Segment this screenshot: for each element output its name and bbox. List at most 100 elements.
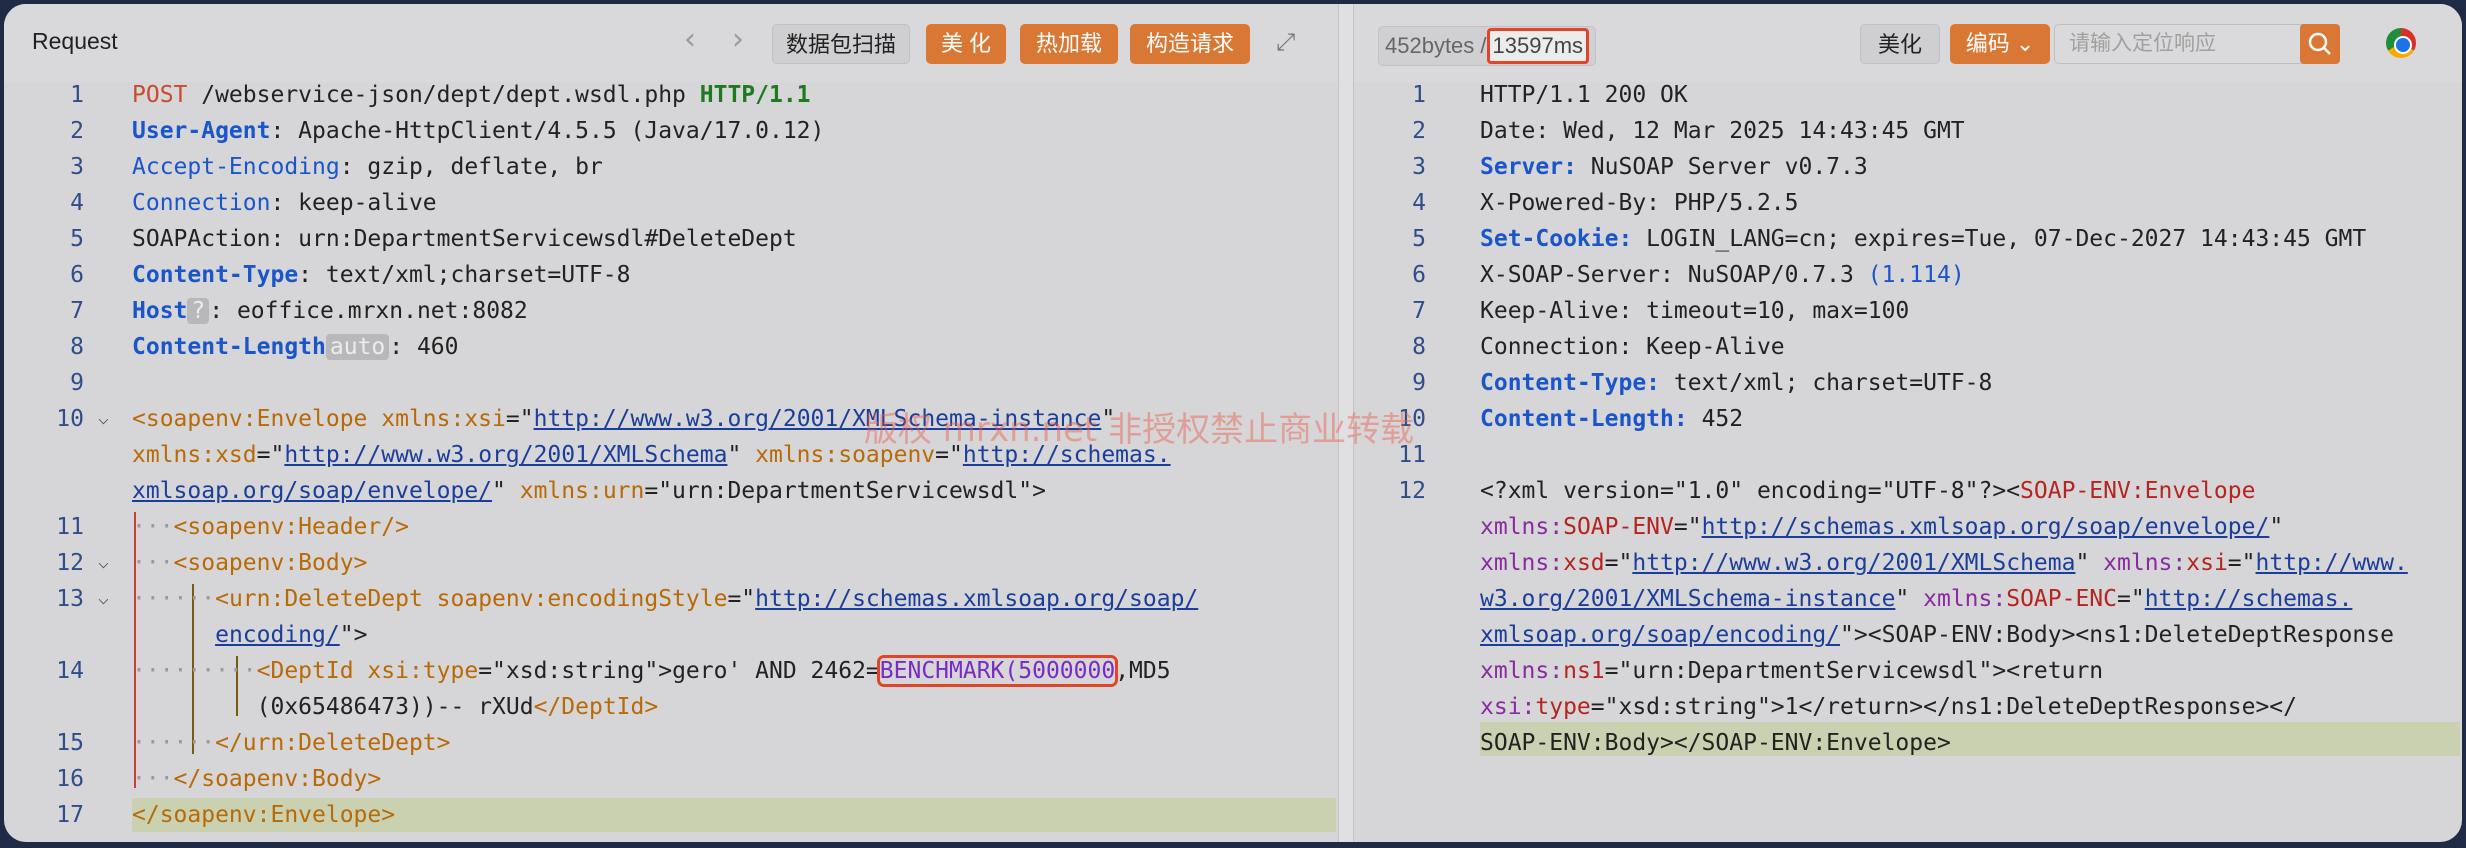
code-line: </soapenv:Envelope>	[132, 802, 395, 828]
request-editor[interactable]: 1 2 3 4 5 6 7 8 9 10 11 12 13 14 15 16 1…	[4, 82, 1338, 842]
search-button[interactable]	[2300, 24, 2340, 64]
xml-value: ="xsd:string">	[478, 658, 673, 684]
code-line: Server: NuSOAP Server v0.7.3	[1480, 154, 1868, 180]
xml-url[interactable]: xmlsoap.org/soap/encoding/	[1480, 622, 1840, 648]
search-icon	[2308, 32, 2331, 55]
xml-url[interactable]: http://schemas.	[2145, 586, 2353, 612]
header-key: SOAPAction	[132, 226, 271, 252]
line-number: 12	[56, 550, 84, 576]
line-number: 9	[1412, 370, 1426, 396]
forward-arrow-icon[interactable]: ›	[732, 22, 744, 57]
xml-attr: ns1	[1563, 658, 1605, 684]
xml-url[interactable]: http://www.w3.org/2001/XMLSchema	[284, 442, 727, 468]
xml-attr: xmlns:xsi	[367, 406, 506, 432]
xml-eq: ="	[2227, 550, 2256, 576]
xml-attr: xmlns:	[1480, 514, 1564, 540]
host-hint-badge[interactable]: ?	[187, 298, 210, 324]
code-line: xmlns:SOAP-ENV="http://schemas.xmlsoap.o…	[1480, 514, 2283, 540]
xml-attr: xsi:	[1480, 694, 1536, 720]
line-number: 7	[1412, 298, 1426, 324]
response-toolbar: 452bytes /13597ms 美化 编码 ⌄ 请输入定位响应	[1354, 4, 2462, 82]
line-number: 7	[70, 298, 84, 324]
chevron-down-icon: ⌄	[2015, 31, 2035, 56]
fold-chevron-icon[interactable]: ⌵	[98, 552, 109, 573]
code-line: xmlns:ns1="urn:DepartmentServicewsdl"><r…	[1480, 658, 2103, 684]
expand-icon[interactable]: ⤢	[1276, 28, 1302, 56]
xml-url[interactable]: http://schemas.xmlsoap.org/soap/envelope…	[1702, 514, 2270, 540]
xml-eq: ="	[256, 442, 285, 468]
encode-dropdown[interactable]: 编码 ⌄	[1950, 24, 2050, 64]
code-line: Content-Length auto: 460	[132, 334, 459, 360]
xml-tag: </soapenv:Envelope>	[132, 802, 396, 828]
code-line: w3.org/2001/XMLSchema-instance" xmlns:SO…	[1480, 586, 2352, 612]
line-number: 1	[1412, 82, 1426, 108]
line-number: 3	[1412, 154, 1426, 180]
response-pane: 452bytes /13597ms 美化 编码 ⌄ 请输入定位响应 1 2 3 …	[1354, 4, 2462, 842]
line-number: 17	[56, 802, 84, 828]
xml-value: ="urn:DepartmentServicewsdl">	[644, 478, 1046, 504]
header-value: (1.114)	[1867, 262, 1965, 288]
code-line: X-SOAP-Server: NuSOAP/0.7.3 (1.114)	[1480, 262, 1965, 288]
build-request-button[interactable]: 构造请求	[1130, 24, 1250, 64]
header-value: : 460	[389, 334, 459, 360]
code-line: ···</soapenv:Body>	[132, 766, 382, 792]
payload-text: ,MD5	[1115, 658, 1171, 684]
line-number: 5	[1412, 226, 1426, 252]
xml-tag: <soapenv:Header/>	[173, 514, 409, 540]
line-number: 11	[56, 514, 84, 540]
xml-url[interactable]: http://www.w3.org/2001/XMLSchema	[1632, 550, 2075, 576]
xml-url[interactable]: w3.org/2001/XMLSchema-instance	[1480, 586, 1895, 612]
packet-scan-button[interactable]: 数据包扫描	[772, 24, 910, 64]
fold-chevron-icon[interactable]: ⌵	[98, 408, 109, 429]
xml-url[interactable]: xmlsoap.org/soap/envelope/	[132, 478, 492, 504]
locate-response-input[interactable]: 请输入定位响应	[2054, 24, 2308, 64]
chrome-browser-icon[interactable]	[2386, 28, 2416, 58]
xml-quote: "	[2269, 514, 2284, 540]
xml-url[interactable]: http://www.	[2256, 550, 2408, 576]
header-key: Content-Length:	[1480, 406, 1688, 432]
line-number: 16	[56, 766, 84, 792]
line-number: 12	[1398, 478, 1426, 504]
code-line: ·········<DeptId xsi:type="xsd:string">g…	[132, 655, 1171, 687]
hot-load-button[interactable]: 热加载	[1020, 24, 1118, 64]
response-time: 13597ms	[1486, 28, 1590, 64]
fold-chevron-icon[interactable]: ⌵	[98, 588, 109, 609]
header-value: : urn:DepartmentServicewsdl#DeleteDept	[270, 226, 797, 252]
http-method: POST	[132, 82, 188, 108]
line-number: 8	[70, 334, 84, 360]
xml-tag: <urn:DeleteDept	[215, 586, 423, 612]
encode-label: 编码	[1965, 31, 2010, 56]
response-editor[interactable]: 1 2 3 4 5 6 7 8 9 10 11 12 HTTP/1.1 200 …	[1354, 82, 2462, 842]
payload-text: gero' AND 2462=	[672, 658, 880, 684]
code-line: SOAPAction: urn:DepartmentServicewsdl#De…	[132, 226, 797, 252]
line-number: 6	[70, 262, 84, 288]
code-line: POST /webservice-json/dept/dept.wsdl.php…	[132, 82, 811, 108]
xml-quote: "	[1895, 586, 1924, 612]
code-line: Content-Length: 452	[1480, 406, 1743, 432]
header-key: Connection	[132, 190, 271, 216]
xml-url[interactable]: encoding/	[215, 622, 340, 648]
xml-attr: xsi:type	[353, 658, 479, 684]
xml-tag: SOAP-ENV:Envelope	[2020, 478, 2256, 504]
xml-attr: type	[1535, 694, 1591, 720]
xml-attr: xmlns:	[2103, 550, 2187, 576]
code-line: ···<soapenv:Body>	[132, 550, 368, 576]
xml-url[interactable]: http://schemas.xmlsoap.org/soap/	[755, 586, 1198, 612]
header-value: 452	[1687, 406, 1744, 432]
response-beautify-button[interactable]: 美化	[1860, 24, 1940, 64]
header-key: Accept-Encoding	[132, 154, 340, 180]
back-arrow-icon[interactable]: ‹	[684, 22, 696, 57]
beautify-button[interactable]: 美 化	[926, 24, 1006, 64]
xml-tag: <soapenv:Body>	[173, 550, 368, 576]
code-line: Date: Wed, 12 Mar 2025 14:43:45 GMT	[1480, 118, 1965, 144]
header-value: : text/xml;charset=UTF-8	[298, 262, 631, 288]
xml-eq: ="	[1604, 550, 1633, 576]
line-number: 8	[1412, 334, 1426, 360]
code-line: ···<soapenv:Header/>	[132, 514, 409, 540]
header-key: Content-Type:	[1480, 370, 1661, 396]
xml-attr: xmlns:	[1480, 658, 1564, 684]
code-line: Set-Cookie: LOGIN_LANG=cn; expires=Tue, …	[1480, 226, 2366, 252]
auto-hint-badge[interactable]: auto	[325, 334, 390, 360]
code-line: encoding/">	[132, 622, 367, 648]
line-number: 3	[70, 154, 84, 180]
